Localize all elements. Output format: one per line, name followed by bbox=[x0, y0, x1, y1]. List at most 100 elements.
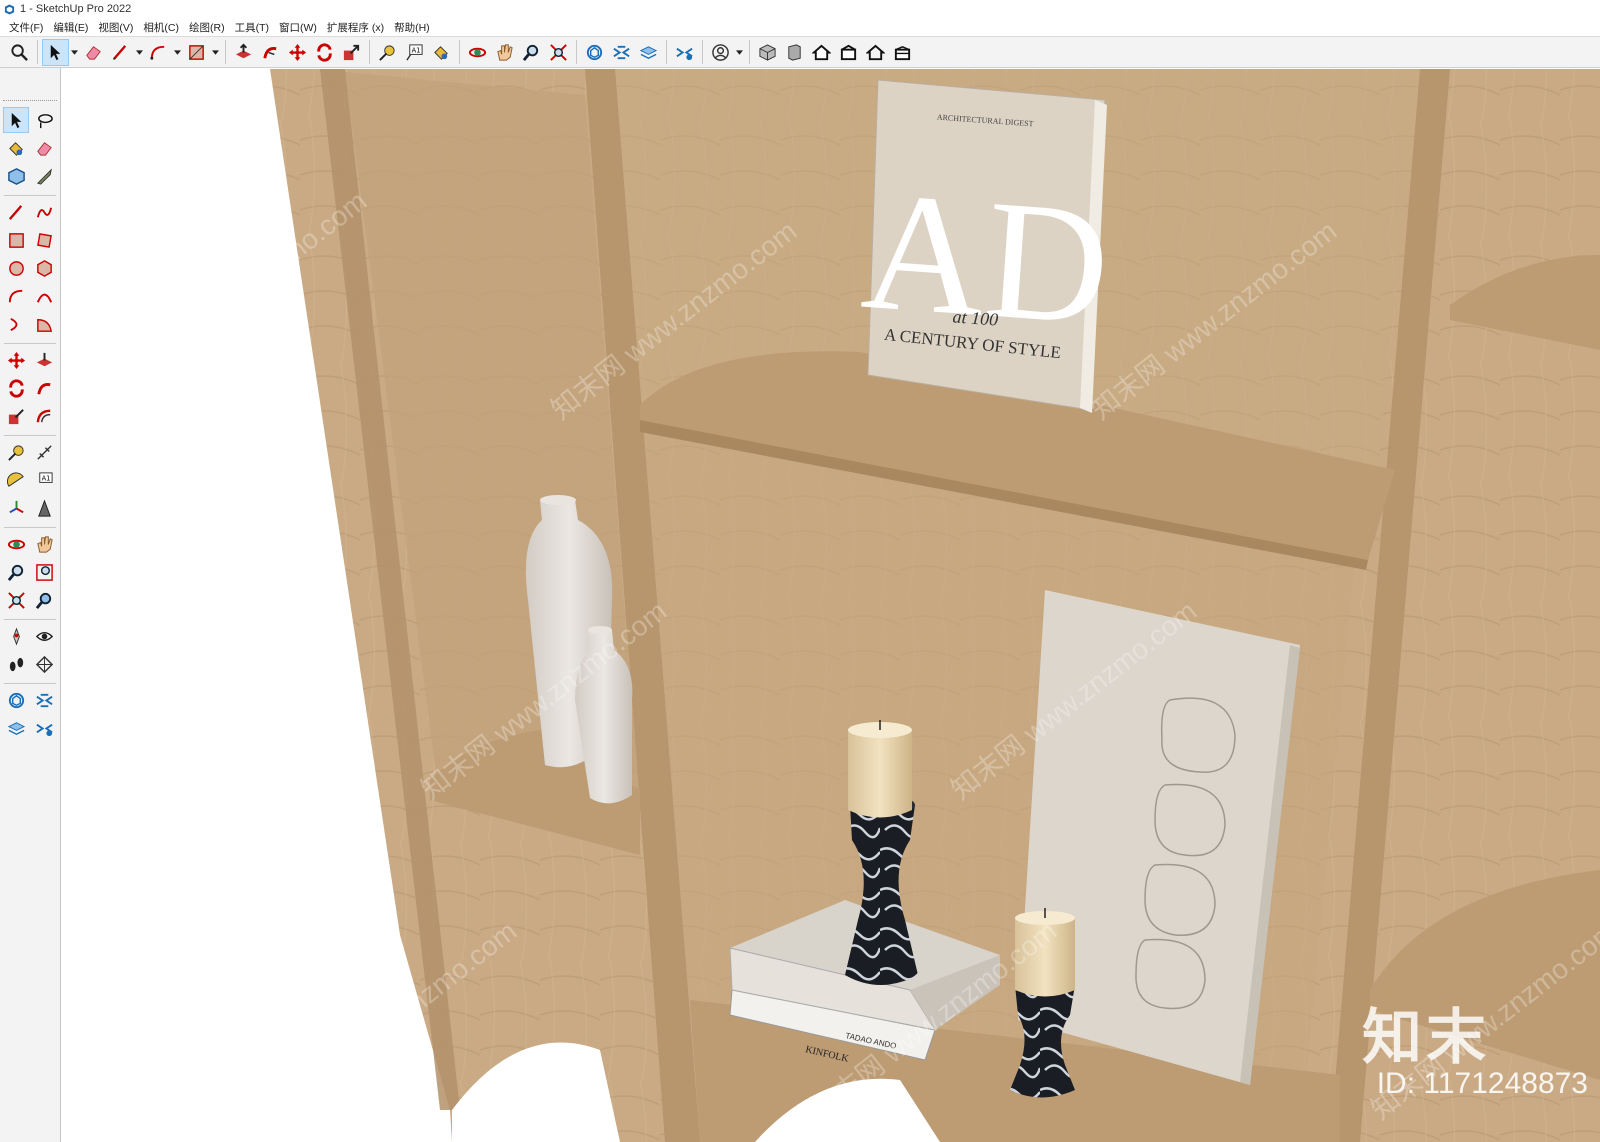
extension-manager-icon[interactable] bbox=[671, 39, 698, 66]
toolbar-separator bbox=[749, 40, 750, 64]
extension-warehouse-icon[interactable] bbox=[608, 39, 635, 66]
tag-tool-icon[interactable] bbox=[31, 163, 57, 189]
left-view-icon[interactable] bbox=[889, 39, 916, 66]
follow-me-icon[interactable] bbox=[31, 375, 57, 401]
offset-icon[interactable] bbox=[31, 403, 57, 429]
scale-icon[interactable] bbox=[3, 403, 29, 429]
menu-extensions[interactable]: 扩展程序 (x) bbox=[322, 20, 389, 35]
two-point-arc-icon[interactable] bbox=[31, 283, 57, 309]
sketchup-logo-icon bbox=[4, 3, 15, 15]
arc-icon[interactable] bbox=[3, 283, 29, 309]
position-camera-icon[interactable] bbox=[3, 623, 29, 649]
zoom-window-icon[interactable] bbox=[31, 559, 57, 585]
move-icon[interactable] bbox=[284, 39, 311, 66]
toolbar-separator bbox=[4, 683, 56, 684]
warehouse-icon[interactable] bbox=[3, 687, 29, 713]
menu-draw[interactable]: 绘图(R) bbox=[184, 20, 230, 35]
previous-view-icon[interactable] bbox=[31, 587, 57, 613]
svg-text:A1: A1 bbox=[412, 46, 421, 54]
search-icon[interactable] bbox=[6, 39, 33, 66]
svg-text:A1: A1 bbox=[41, 474, 50, 482]
menu-file[interactable]: 文件(F) bbox=[4, 20, 48, 35]
axes-icon[interactable] bbox=[3, 495, 29, 521]
orbit-icon[interactable] bbox=[3, 531, 29, 557]
rotated-rectangle-icon[interactable] bbox=[31, 227, 57, 253]
rotate-icon[interactable] bbox=[311, 39, 338, 66]
toolbar-separator bbox=[4, 343, 56, 344]
menu-window[interactable]: 窗口(W) bbox=[274, 20, 322, 35]
follow-me-icon[interactable] bbox=[257, 39, 284, 66]
chevron-down-icon[interactable] bbox=[172, 39, 183, 66]
protractor-icon[interactable] bbox=[3, 467, 29, 493]
rotate-icon[interactable] bbox=[3, 375, 29, 401]
toolbar-separator bbox=[4, 527, 56, 528]
large-tool-set: A1 bbox=[0, 68, 61, 1142]
eraser-icon[interactable] bbox=[80, 39, 107, 66]
menu-help[interactable]: 帮助(H) bbox=[389, 20, 435, 35]
pie-icon[interactable] bbox=[31, 311, 57, 337]
select-tool-icon[interactable] bbox=[3, 107, 29, 133]
paint-bucket-icon[interactable] bbox=[3, 135, 29, 161]
text-tool-icon[interactable]: A1 bbox=[31, 467, 57, 493]
push-pull-icon[interactable] bbox=[230, 39, 257, 66]
model-viewport[interactable]: ARCHITECTURAL DIGEST AD at 100 A CENTURY… bbox=[62, 69, 1600, 1142]
line-icon[interactable] bbox=[3, 199, 29, 225]
look-around-icon[interactable] bbox=[31, 623, 57, 649]
toolbar-grip bbox=[3, 100, 57, 103]
tape-measure-icon[interactable] bbox=[374, 39, 401, 66]
section-plane-icon[interactable] bbox=[31, 651, 57, 677]
chevron-down-icon[interactable] bbox=[134, 39, 145, 66]
orbit-icon[interactable] bbox=[464, 39, 491, 66]
eraser-icon[interactable] bbox=[31, 135, 57, 161]
move-icon[interactable] bbox=[3, 347, 29, 373]
menu-view[interactable]: 视图(V) bbox=[93, 20, 138, 35]
dimension-icon[interactable] bbox=[31, 439, 57, 465]
pencil-line-icon[interactable] bbox=[107, 39, 134, 66]
rectangle-icon[interactable] bbox=[183, 39, 210, 66]
extension-manager-icon[interactable] bbox=[31, 715, 57, 741]
pan-hand-icon[interactable] bbox=[31, 531, 57, 557]
menu-camera[interactable]: 相机(C) bbox=[138, 20, 184, 35]
polygon-icon[interactable] bbox=[31, 255, 57, 281]
chevron-down-icon[interactable] bbox=[734, 39, 745, 66]
paint-bucket-icon[interactable] bbox=[428, 39, 455, 66]
ad-book: ARCHITECTURAL DIGEST AD at 100 A CENTURY… bbox=[857, 79, 1115, 413]
zoom-icon[interactable] bbox=[518, 39, 545, 66]
shelf-scene: ARCHITECTURAL DIGEST AD at 100 A CENTURY… bbox=[270, 69, 1600, 1142]
zoom-icon[interactable] bbox=[3, 559, 29, 585]
arc-icon[interactable] bbox=[145, 39, 172, 66]
text-tool-icon[interactable]: A1 bbox=[401, 39, 428, 66]
select-tool-icon[interactable] bbox=[42, 38, 69, 66]
layers-icon[interactable] bbox=[3, 715, 29, 741]
front-view-icon[interactable] bbox=[808, 39, 835, 66]
tape-measure-icon[interactable] bbox=[3, 439, 29, 465]
user-account-icon[interactable] bbox=[707, 39, 734, 66]
menu-tools[interactable]: 工具(T) bbox=[230, 20, 274, 35]
freehand-icon[interactable] bbox=[31, 199, 57, 225]
right-view-icon[interactable] bbox=[835, 39, 862, 66]
menu-edit[interactable]: 编辑(E) bbox=[48, 20, 93, 35]
iso-view-icon[interactable] bbox=[754, 39, 781, 66]
lasso-select-icon[interactable] bbox=[31, 107, 57, 133]
push-pull-icon[interactable] bbox=[31, 347, 57, 373]
asset-id: ID: 1171248873 bbox=[1376, 1067, 1588, 1100]
top-view-icon[interactable] bbox=[781, 39, 808, 66]
make-component-icon[interactable] bbox=[3, 163, 29, 189]
zoom-extents-icon[interactable] bbox=[3, 587, 29, 613]
chevron-down-icon[interactable] bbox=[210, 39, 221, 66]
pan-hand-icon[interactable] bbox=[491, 39, 518, 66]
warehouse-icon[interactable] bbox=[581, 39, 608, 66]
three-point-arc-icon[interactable] bbox=[3, 311, 29, 337]
chevron-down-icon[interactable] bbox=[69, 39, 80, 66]
walk-icon[interactable] bbox=[3, 651, 29, 677]
main-toolbar: A1 bbox=[0, 36, 1600, 68]
3d-text-icon[interactable] bbox=[31, 495, 57, 521]
scale-icon[interactable] bbox=[338, 39, 365, 66]
back-view-icon[interactable] bbox=[862, 39, 889, 66]
layers-icon[interactable] bbox=[635, 39, 662, 66]
candle-holder-small bbox=[1010, 908, 1075, 1098]
rectangle-icon[interactable] bbox=[3, 227, 29, 253]
zoom-extents-icon[interactable] bbox=[545, 39, 572, 66]
extension-warehouse-icon[interactable] bbox=[31, 687, 57, 713]
circle-icon[interactable] bbox=[3, 255, 29, 281]
